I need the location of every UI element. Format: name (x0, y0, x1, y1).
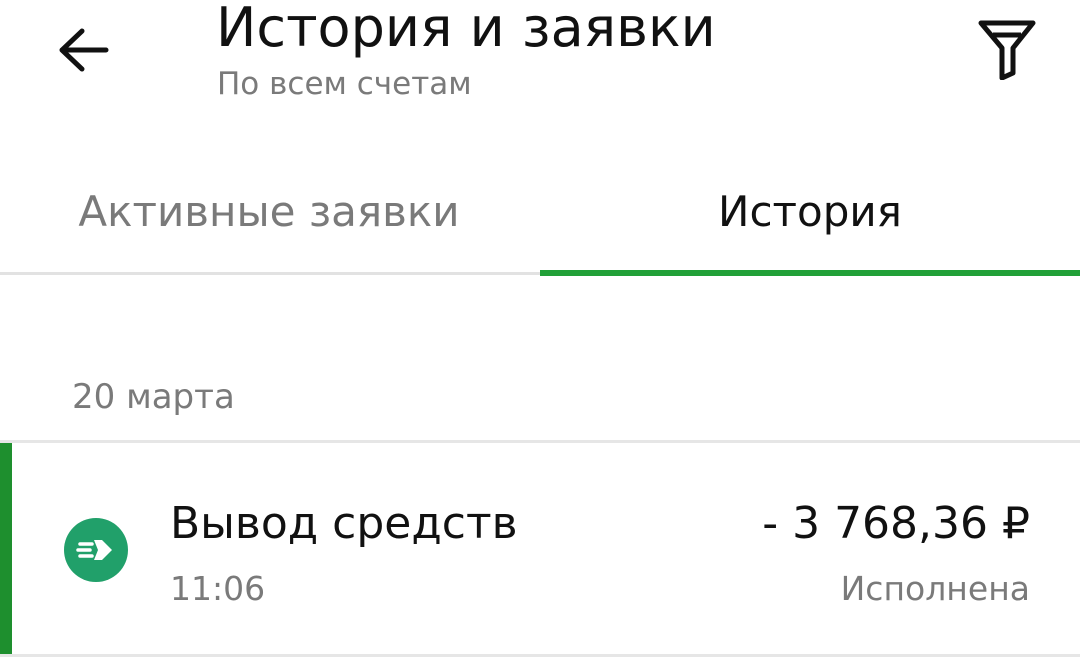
operation-name: Вывод средств (170, 498, 518, 549)
operation-amount: - 3 768,36 ₽ (762, 498, 1030, 549)
page-title: История и заявки (216, 0, 716, 59)
tab-history[interactable]: История (540, 150, 1080, 272)
filter-button[interactable] (972, 14, 1042, 84)
operation-status: Исполнена (840, 569, 1030, 608)
history-screen: История и заявки По всем счетам Активные… (0, 0, 1080, 660)
tab-bar: Активные заявки История (0, 150, 1080, 276)
arrow-left-icon (59, 28, 109, 72)
date-group-header: 20 марта (72, 377, 235, 417)
operation-row[interactable]: Вывод средств 11:06 - 3 768,36 ₽ Исполне… (0, 443, 1080, 654)
transfer-out-icon (64, 518, 128, 582)
tab-active-requests[interactable]: Активные заявки (0, 150, 540, 272)
tab-history-label: История (718, 186, 902, 236)
row-divider (0, 654, 1080, 657)
back-button[interactable] (52, 18, 116, 82)
tab-active-requests-label: Активные заявки (78, 186, 460, 236)
page-subtitle: По всем счетам (217, 66, 472, 102)
filter-icon (978, 20, 1036, 80)
status-indicator-bar (0, 443, 12, 654)
operation-time: 11:06 (170, 569, 266, 608)
active-tab-indicator (540, 270, 1080, 276)
